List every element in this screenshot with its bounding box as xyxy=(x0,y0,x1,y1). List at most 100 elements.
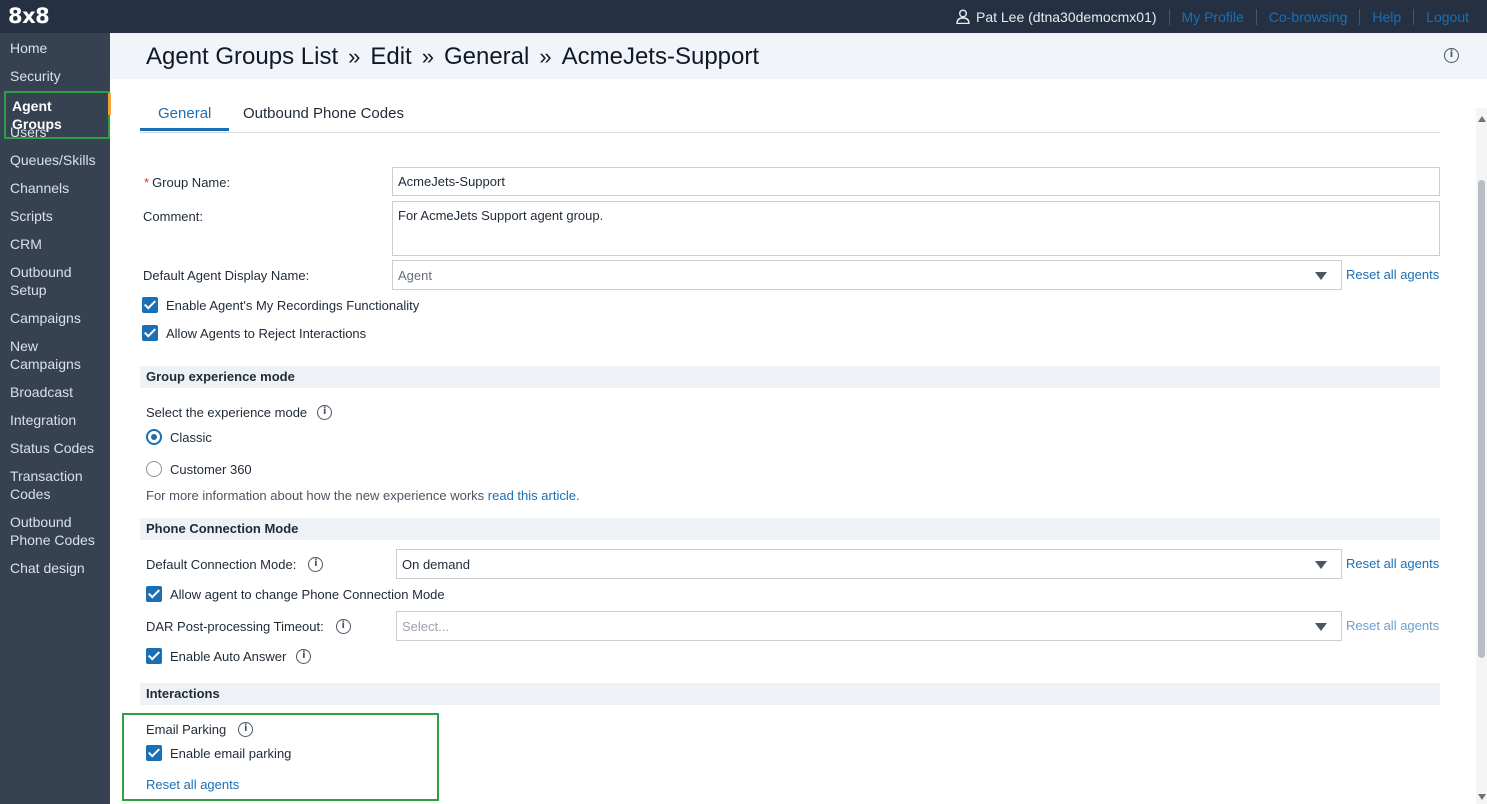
comment-textarea[interactable]: For AcmeJets Support agent group. xyxy=(392,201,1440,256)
experience-info-text: For more information about how the new e… xyxy=(146,488,580,503)
scrollbar-thumb[interactable] xyxy=(1478,180,1485,658)
info-icon[interactable]: i xyxy=(335,619,351,634)
tab-bar: General Outbound Phone Codes xyxy=(139,99,1440,133)
display-name-select[interactable]: Agent xyxy=(392,260,1342,290)
reset-connection-link[interactable]: Reset all agents xyxy=(1346,556,1439,571)
checkbox-checked-icon xyxy=(146,586,162,602)
my-profile-link[interactable]: My Profile xyxy=(1168,8,1256,25)
reset-display-name-link[interactable]: Reset all agents xyxy=(1346,267,1439,282)
dar-timeout-placeholder: Select... xyxy=(402,619,449,634)
comment-label: Comment: xyxy=(143,209,203,224)
reset-dar-link[interactable]: Reset all agents xyxy=(1346,618,1439,633)
read-article-link[interactable]: read this article. xyxy=(488,488,580,503)
enable-email-parking-checkbox[interactable]: Enable email parking xyxy=(146,745,291,761)
reset-email-parking-link[interactable]: Reset all agents xyxy=(146,777,239,792)
email-parking-label: Email Parking i xyxy=(146,722,254,737)
experience-mode-label: Select the experience mode i xyxy=(146,405,333,420)
scroll-down-icon[interactable] xyxy=(1478,794,1486,800)
top-nav: Pat Lee (dtna30democmx01) My Profile Co-… xyxy=(956,0,1469,33)
info-icon[interactable]: i xyxy=(1444,48,1459,63)
tab-outbound-phone-codes[interactable]: Outbound Phone Codes xyxy=(243,105,404,122)
dar-timeout-label-text: DAR Post-processing Timeout: xyxy=(146,619,324,634)
logo: 8x8 xyxy=(8,4,50,28)
sidebar: Home Security Agent Groups Users Queues/… xyxy=(0,33,111,804)
scroll-up-icon[interactable] xyxy=(1478,116,1486,122)
group-name-label-text: Group Name: xyxy=(152,175,231,190)
radio-classic-label: Classic xyxy=(170,429,212,445)
group-name-label: * Group Name: xyxy=(144,175,230,190)
default-connection-label-text: Default Connection Mode: xyxy=(146,557,297,572)
sidebar-item-integration[interactable]: Integration xyxy=(10,411,76,429)
sidebar-item-queues-skills[interactable]: Queues/Skills xyxy=(10,151,96,169)
checkbox-checked-icon xyxy=(142,297,158,313)
sidebar-item-scripts[interactable]: Scripts xyxy=(10,207,53,225)
enable-email-parking-label: Enable email parking xyxy=(170,745,292,761)
chevron-down-icon xyxy=(1315,272,1327,280)
crumb-separator: » xyxy=(539,44,552,69)
section-interactions: Interactions xyxy=(140,683,1440,705)
dar-timeout-label: DAR Post-processing Timeout: i xyxy=(146,619,351,634)
radio-customer-360[interactable]: Customer 360 xyxy=(146,461,252,477)
sidebar-item-transaction-codes[interactable]: Transaction Codes xyxy=(10,467,83,503)
tab-general[interactable]: General xyxy=(139,105,230,131)
info-icon[interactable]: i xyxy=(308,557,324,572)
auto-answer-checkbox[interactable]: Enable Auto Answer i xyxy=(146,648,312,664)
info-icon[interactable]: i xyxy=(296,648,312,664)
default-connection-label: Default Connection Mode: i xyxy=(146,557,324,572)
default-connection-value: On demand xyxy=(402,557,470,572)
sidebar-item-security[interactable]: Security xyxy=(10,67,61,85)
sidebar-item-outbound-phone-codes-line-2: Phone Codes xyxy=(10,532,95,548)
sidebar-item-transaction-codes-line-1: Transaction xyxy=(10,468,83,484)
allow-reject-checkbox[interactable]: Allow Agents to Reject Interactions xyxy=(142,325,366,341)
sidebar-item-new-campaigns-line-2: Campaigns xyxy=(10,356,81,372)
logout-link[interactable]: Logout xyxy=(1413,8,1469,25)
allow-reject-label: Allow Agents to Reject Interactions xyxy=(166,325,367,341)
enable-recordings-checkbox[interactable]: Enable Agent's My Recordings Functionali… xyxy=(142,297,419,313)
checkbox-checked-icon xyxy=(146,745,162,761)
sidebar-item-outbound-setup-line-2: Setup xyxy=(10,282,47,298)
scrollbar[interactable] xyxy=(1476,108,1487,804)
user-name: Pat Lee (dtna30democmx01) xyxy=(975,8,1157,25)
chevron-down-icon xyxy=(1315,561,1327,569)
required-marker: * xyxy=(144,175,150,190)
dar-timeout-select[interactable]: Select... xyxy=(396,611,1342,641)
experience-info-static: For more information about how the new e… xyxy=(146,488,485,503)
group-name-input[interactable]: AcmeJets-Support xyxy=(392,167,1440,196)
info-icon[interactable]: i xyxy=(317,405,333,420)
user-icon xyxy=(956,9,970,24)
sidebar-item-outbound-setup[interactable]: Outbound Setup xyxy=(10,263,72,299)
section-phone-connection: Phone Connection Mode xyxy=(140,518,1440,540)
sidebar-item-new-campaigns[interactable]: New Campaigns xyxy=(10,337,81,373)
sidebar-item-home[interactable]: Home xyxy=(10,39,47,57)
auto-answer-label: Enable Auto Answer xyxy=(170,648,287,664)
co-browsing-link[interactable]: Co-browsing xyxy=(1255,8,1360,25)
sidebar-item-campaigns[interactable]: Campaigns xyxy=(10,309,81,327)
display-name-label: Default Agent Display Name: xyxy=(143,268,310,283)
sidebar-item-users[interactable]: Users xyxy=(10,123,47,141)
sidebar-item-broadcast[interactable]: Broadcast xyxy=(10,383,73,401)
user-menu[interactable]: Pat Lee (dtna30democmx01) xyxy=(956,9,1169,25)
chevron-down-icon xyxy=(1315,623,1327,631)
crumb-edit[interactable]: Edit xyxy=(370,43,411,71)
crumb-separator: » xyxy=(348,44,361,69)
radio-classic[interactable]: Classic xyxy=(146,429,212,445)
default-connection-select[interactable]: On demand xyxy=(396,549,1342,579)
breadcrumb: Agent Groups List » Edit » General » Acm… xyxy=(146,43,759,71)
sidebar-item-channels[interactable]: Channels xyxy=(10,179,69,197)
enable-recordings-label: Enable Agent's My Recordings Functionali… xyxy=(166,297,420,313)
crumb-agent-groups-list[interactable]: Agent Groups List xyxy=(146,43,338,71)
radio-unselected-icon xyxy=(146,461,162,477)
sidebar-item-status-codes[interactable]: Status Codes xyxy=(10,439,94,457)
allow-change-connection-label: Allow agent to change Phone Connection M… xyxy=(170,586,445,602)
sidebar-item-transaction-codes-line-2: Codes xyxy=(10,486,51,502)
radio-selected-icon xyxy=(146,429,162,445)
help-link[interactable]: Help xyxy=(1359,8,1413,25)
radio-customer-360-label: Customer 360 xyxy=(170,461,252,477)
sidebar-item-outbound-phone-codes[interactable]: Outbound Phone Codes xyxy=(10,513,95,549)
sidebar-item-crm[interactable]: CRM xyxy=(10,235,42,253)
crumb-general[interactable]: General xyxy=(444,43,529,71)
crumb-current: AcmeJets-Support xyxy=(561,43,760,70)
allow-change-connection-checkbox[interactable]: Allow agent to change Phone Connection M… xyxy=(146,586,445,602)
sidebar-item-chat-design[interactable]: Chat design xyxy=(10,559,85,577)
info-icon[interactable]: i xyxy=(238,722,254,737)
